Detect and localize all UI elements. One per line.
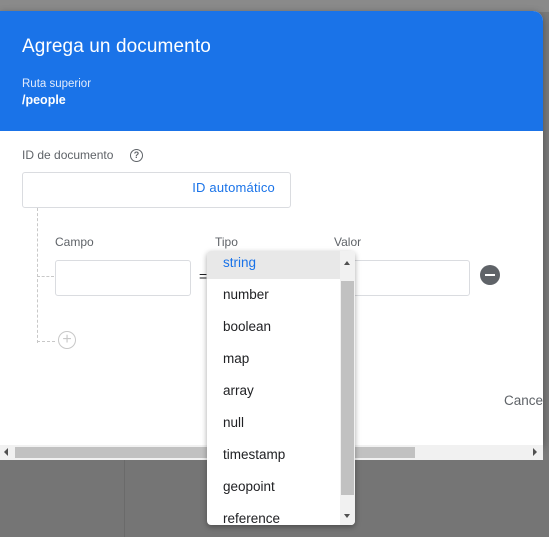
help-icon[interactable]: ? xyxy=(130,149,143,162)
auto-id-button[interactable]: ID automático xyxy=(192,180,275,195)
type-label: Tipo xyxy=(215,235,238,249)
scroll-left-icon[interactable] xyxy=(4,448,8,456)
type-option-string[interactable]: string xyxy=(207,251,340,279)
tree-connector xyxy=(37,276,54,277)
type-option-null[interactable]: null xyxy=(207,407,340,439)
type-option-array[interactable]: array xyxy=(207,375,340,407)
background-divider xyxy=(124,460,125,537)
dialog-title: Agrega un documento xyxy=(22,36,211,57)
dropdown-scrollbar-thumb[interactable] xyxy=(341,281,354,495)
document-id-input[interactable]: ID automático xyxy=(22,172,291,208)
add-field-icon[interactable]: + xyxy=(58,331,76,349)
document-id-label: ID de documento xyxy=(22,148,114,162)
value-label: Valor xyxy=(334,235,362,249)
type-option-timestamp[interactable]: timestamp xyxy=(207,439,340,471)
type-option-number[interactable]: number xyxy=(207,279,340,311)
equals-sign: = xyxy=(199,268,208,284)
scroll-up-icon[interactable] xyxy=(344,261,350,265)
value-input[interactable] xyxy=(340,260,470,296)
field-label: Campo xyxy=(55,235,94,249)
type-option-boolean[interactable]: boolean xyxy=(207,311,340,343)
tree-connector xyxy=(37,341,55,342)
scroll-down-icon[interactable] xyxy=(344,514,350,518)
remove-field-icon[interactable] xyxy=(480,265,500,285)
parent-path-label: Ruta superior xyxy=(22,78,92,90)
type-dropdown-list[interactable]: string number boolean map array null tim… xyxy=(207,251,355,525)
type-option-reference[interactable]: reference xyxy=(207,503,340,525)
type-option-map[interactable]: map xyxy=(207,343,340,375)
scroll-right-icon[interactable] xyxy=(533,448,537,456)
dropdown-scrollbar[interactable] xyxy=(340,251,355,525)
type-option-geopoint[interactable]: geopoint xyxy=(207,471,340,503)
cancel-button[interactable]: Cancel xyxy=(504,393,543,408)
dialog-header: Agrega un documento Ruta superior /peopl… xyxy=(0,11,543,131)
field-input[interactable] xyxy=(55,260,191,296)
parent-path: /people xyxy=(22,93,66,107)
